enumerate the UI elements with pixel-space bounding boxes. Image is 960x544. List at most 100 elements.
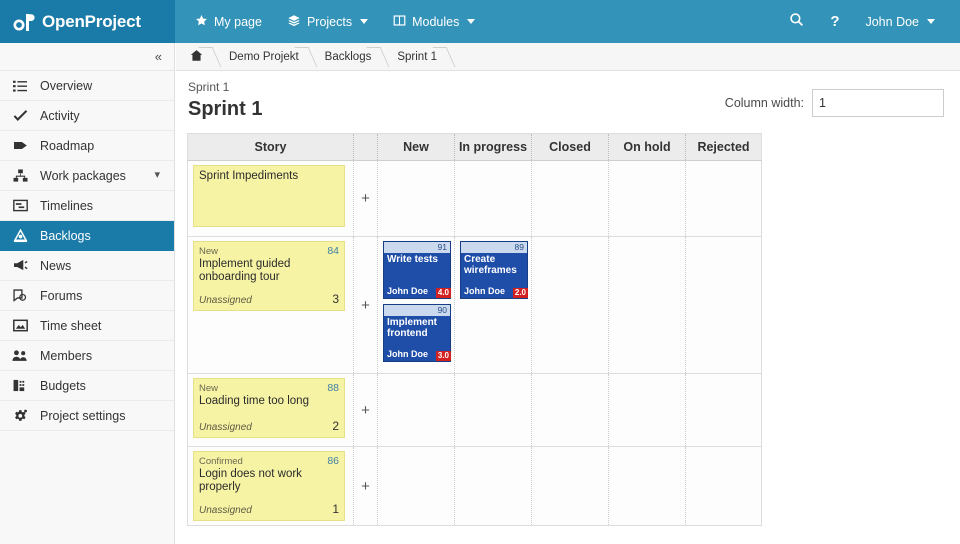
topnav-modules[interactable]: Modules	[382, 0, 486, 43]
tasks-cell-on-hold[interactable]	[609, 374, 686, 447]
breadcrumb-item-backlogs[interactable]: Backlogs	[315, 43, 388, 71]
sidebar-item-forums[interactable]: Forums	[0, 281, 174, 311]
plus-icon: +	[361, 297, 370, 314]
column-header-on-hold[interactable]: On hold	[609, 134, 686, 161]
add-task-button[interactable]: +	[354, 237, 378, 374]
tasks-cell-new[interactable]: 91 Write tests John Doe 4.0	[378, 237, 455, 374]
tasks-cell-new[interactable]	[378, 374, 455, 447]
sidebar-item-roadmap[interactable]: Roadmap	[0, 131, 174, 161]
column-header-in-progress[interactable]: In progress	[455, 134, 532, 161]
column-width-input[interactable]	[812, 89, 944, 117]
sidebar-item-project-settings[interactable]: Project settings	[0, 401, 174, 431]
search-button[interactable]	[778, 0, 815, 43]
tasks-cell-closed[interactable]	[532, 237, 609, 374]
user-menu-button[interactable]: John Doe	[854, 0, 946, 43]
sidebar-collapse-button[interactable]: «	[0, 43, 174, 71]
top-right-actions: ? John Doe	[778, 0, 960, 43]
tasks-cell-in-progress[interactable]: 89 Create wireframes John Doe 2.0	[455, 237, 532, 374]
star-icon	[195, 14, 208, 30]
tasks-cell-on-hold[interactable]	[609, 447, 686, 526]
sidebar-item-work-packages[interactable]: Work packages ▾	[0, 161, 174, 191]
column-header-story[interactable]: Story	[188, 134, 354, 161]
task-id: 89	[515, 243, 524, 252]
help-question-icon: ?	[830, 13, 839, 30]
sidebar-item-activity[interactable]: Activity	[0, 101, 174, 131]
story-card-top: New 88	[199, 382, 339, 394]
story-card[interactable]: Confirmed 86 Login does not work properl…	[193, 451, 345, 521]
story-status: Confirmed	[199, 456, 243, 467]
column-header-new[interactable]: New	[378, 134, 455, 161]
plus-icon: +	[361, 190, 370, 207]
sidebar-item-label: Project settings	[40, 409, 125, 423]
sidebar-item-members[interactable]: Members	[0, 341, 174, 371]
tasks-cell-in-progress[interactable]	[455, 161, 532, 237]
page-subtitle: Sprint 1	[188, 80, 725, 94]
story-title: Loading time too long	[199, 395, 339, 408]
logo-home-link[interactable]: OpenProject	[0, 0, 175, 43]
work-packages-icon	[0, 169, 40, 183]
tasks-cell-on-hold[interactable]	[609, 161, 686, 237]
tasks-cell-closed[interactable]	[532, 161, 609, 237]
help-button[interactable]: ?	[819, 0, 850, 43]
sidebar-item-time-sheet[interactable]: Time sheet	[0, 311, 174, 341]
add-task-button[interactable]: +	[354, 447, 378, 526]
sidebar-item-news[interactable]: News	[0, 251, 174, 281]
task-board-header: Story New In progress Closed On hold Rej…	[188, 134, 762, 161]
sidebar-item-timelines[interactable]: Timelines	[0, 191, 174, 221]
user-menu-label-wrap: John Doe	[865, 15, 935, 29]
story-card[interactable]: New 88 Loading time too long Unassigned …	[193, 378, 345, 438]
column-header-rejected[interactable]: Rejected	[686, 134, 762, 161]
forum-icon	[0, 289, 40, 303]
openproject-logo-icon	[13, 12, 35, 32]
tasks-cell-rejected[interactable]	[686, 237, 762, 374]
column-header-add	[354, 134, 378, 161]
chevron-down-icon[interactable]: ▾	[154, 170, 160, 181]
chevron-double-left-icon: «	[155, 50, 162, 63]
breadcrumb-label: Demo Projekt	[229, 51, 299, 63]
tasks-cell-new[interactable]	[378, 447, 455, 526]
breadcrumb-home[interactable]	[186, 43, 219, 71]
add-task-button[interactable]: +	[354, 374, 378, 447]
tasks-cell-rejected[interactable]	[686, 374, 762, 447]
breadcrumb-item-project[interactable]: Demo Projekt	[219, 43, 315, 71]
top-header-bar: OpenProject My page Projects	[0, 0, 960, 43]
topnav-projects[interactable]: Projects	[276, 0, 379, 43]
list-icon	[0, 79, 40, 93]
sidebar-item-overview[interactable]: Overview	[0, 71, 174, 101]
story-card[interactable]: Sprint Impediments	[193, 165, 345, 227]
story-title: Login does not work properly	[199, 468, 339, 494]
tasks-cell-in-progress[interactable]	[455, 447, 532, 526]
task-assignee: John Doe	[387, 286, 428, 297]
story-id: 86	[327, 455, 339, 467]
column-header-closed[interactable]: Closed	[532, 134, 609, 161]
tasks-cell-in-progress[interactable]	[455, 374, 532, 447]
tasks-cell-closed[interactable]	[532, 447, 609, 526]
story-cell: New 84 Implement guided onboarding tour …	[188, 237, 354, 374]
check-icon	[0, 108, 40, 123]
breadcrumb-item-sprint[interactable]: Sprint 1	[387, 43, 453, 71]
tasks-cell-rejected[interactable]	[686, 447, 762, 526]
tasks-cell-on-hold[interactable]	[609, 237, 686, 374]
sidebar-item-budgets[interactable]: Budgets	[0, 371, 174, 401]
story-card[interactable]: New 84 Implement guided onboarding tour …	[193, 241, 345, 311]
task-assignee: John Doe	[387, 349, 428, 360]
task-card[interactable]: 89 Create wireframes John Doe 2.0	[460, 241, 528, 299]
story-card-top: Confirmed 86	[199, 455, 339, 467]
sidebar-item-backlogs[interactable]: Backlogs	[0, 221, 174, 251]
task-card-footer: John Doe 4.0	[384, 286, 450, 298]
task-card[interactable]: 91 Write tests John Doe 4.0	[383, 241, 451, 299]
page-title-block: Sprint 1 Sprint 1	[188, 80, 725, 120]
tasks-cell-closed[interactable]	[532, 374, 609, 447]
tasks-cell-new[interactable]	[378, 161, 455, 237]
topnav-my-page[interactable]: My page	[184, 0, 273, 43]
topnav-my-page-label: My page	[214, 15, 262, 29]
sidebar-item-label: Backlogs	[40, 229, 91, 243]
tasks-cell-rejected[interactable]	[686, 161, 762, 237]
task-card[interactable]: 90 Implement frontend John Doe 3.0	[383, 304, 451, 362]
story-status: New	[199, 383, 218, 394]
add-task-button[interactable]: +	[354, 161, 378, 237]
table-row: Sprint Impediments +	[188, 161, 762, 237]
task-board-body: Sprint Impediments +	[188, 161, 762, 526]
sidebar-item-label: Forums	[40, 289, 82, 303]
story-card-top: New 84	[199, 245, 339, 257]
